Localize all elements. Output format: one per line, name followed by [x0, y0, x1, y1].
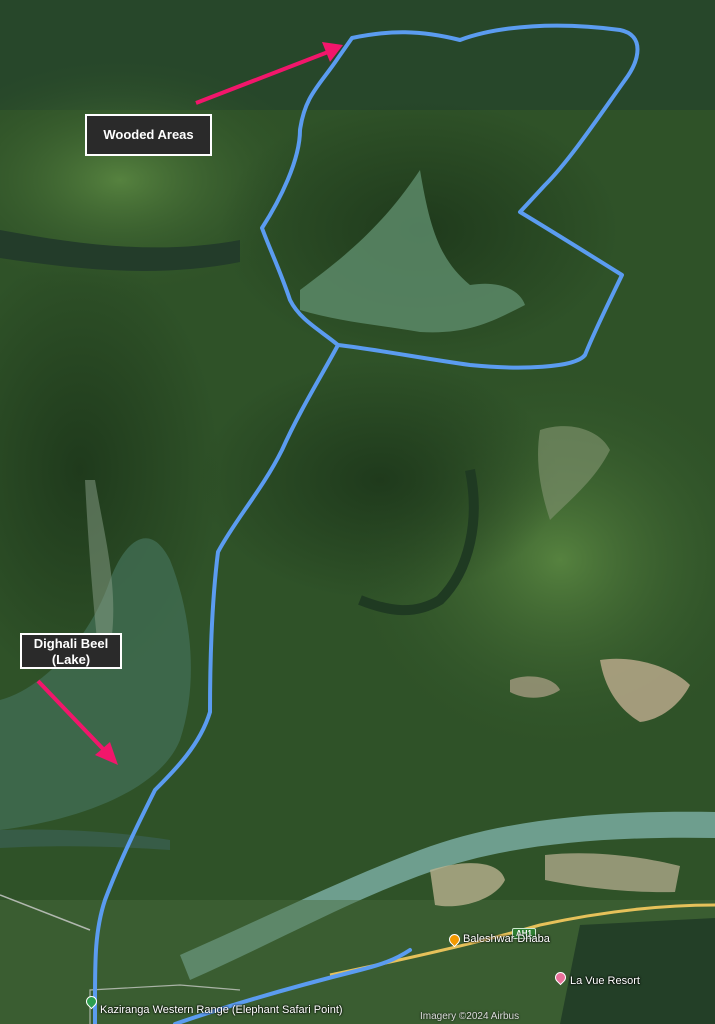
imagery-copyright: Imagery ©2024 Airbus — [420, 1011, 520, 1022]
satellite-map[interactable]: Wooded Areas Dighali Beel (Lake) AH1 Bal… — [0, 0, 715, 1024]
dighali-beel-label-line1: Dighali Beel — [33, 636, 109, 651]
dighali-beel-label-line2: (Lake) — [51, 652, 91, 667]
dighali-beel-callout: Dighali Beel (Lake) — [20, 633, 122, 669]
wooded-areas-label: Wooded Areas — [103, 127, 194, 142]
la-vue-resort-label[interactable]: La Vue Resort — [570, 975, 640, 987]
baleshwar-dhaba-label[interactable]: Baleshwar Dhaba — [463, 933, 550, 945]
wooded-areas-callout: Wooded Areas — [85, 114, 212, 156]
wooded-areas-arrow-icon — [195, 42, 343, 105]
kaziranga-western-range-label[interactable]: Kaziranga Western Range (Elephant Safari… — [100, 1004, 343, 1016]
lake-arrow-icon — [36, 679, 118, 765]
